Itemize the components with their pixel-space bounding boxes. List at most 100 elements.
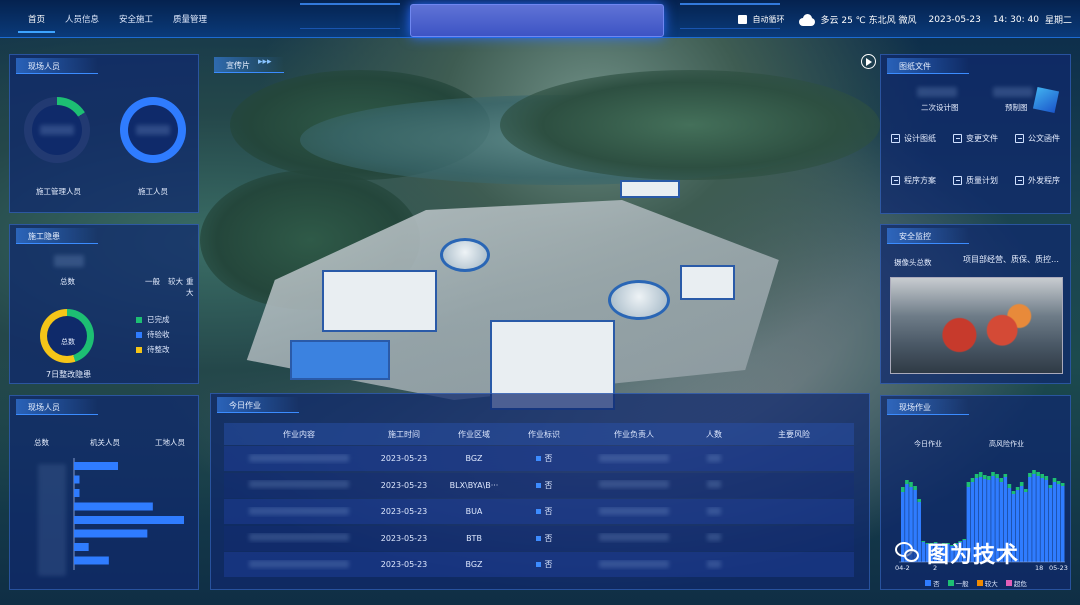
bar-segment xyxy=(1028,477,1032,562)
table-row[interactable]: 2023-05-23 BUA 否 xyxy=(224,499,854,524)
bar xyxy=(74,516,184,524)
flag-text: 否 xyxy=(544,507,553,516)
play-button[interactable] xyxy=(861,54,876,69)
owner-cell xyxy=(574,506,694,517)
camera-feed[interactable] xyxy=(890,277,1063,374)
doc-label: 质量计划 xyxy=(966,176,998,185)
col-header: 作业负责人 xyxy=(614,429,654,439)
hazard-level-normal: 一般 xyxy=(145,277,160,286)
doc-item[interactable]: 外发程序 xyxy=(1015,175,1060,186)
col-header: 施工时间 xyxy=(388,429,420,439)
count-cell xyxy=(694,559,734,570)
site-staff-chart-panel: 现场人员 总数 机关人员 工地人员 xyxy=(9,395,199,590)
nav-safety[interactable]: 安全施工 xyxy=(109,11,163,33)
tab-prefab[interactable]: 预制图 xyxy=(1005,102,1028,113)
legend-normal: 一般 xyxy=(947,578,969,588)
table-row[interactable]: 2023-05-23 BTB 否 xyxy=(224,525,854,551)
count-cell xyxy=(694,453,734,464)
legend-label: 一般 xyxy=(955,580,969,588)
panel-title: 宣传片 xyxy=(214,57,284,73)
x-tick: 05-23 xyxy=(1049,564,1068,572)
legend-swatch xyxy=(136,316,142,323)
panel-title: 现场人员 xyxy=(16,58,98,74)
date-cell: 2023-05-23 xyxy=(380,507,428,516)
document-icon xyxy=(1015,134,1024,143)
bar-segment xyxy=(1024,492,1028,562)
table-row[interactable]: 2023-05-23 BLX\BYA\B··· 否 xyxy=(224,472,854,498)
auto-loop-checkbox[interactable] xyxy=(737,15,747,24)
bar xyxy=(74,502,153,511)
hazard-level-major: 较大 xyxy=(168,277,183,286)
table-row[interactable]: 2023-05-23 BGZ 否 xyxy=(224,552,854,577)
bar-segment xyxy=(1015,487,1020,490)
bar xyxy=(74,489,80,497)
drawing-count-blurred xyxy=(993,87,1033,97)
legend-major: 较大 xyxy=(976,578,998,588)
doc-item[interactable]: 质量计划 xyxy=(953,175,998,186)
panel-title: 安全监控 xyxy=(887,228,969,244)
legend-swatch xyxy=(136,331,142,338)
bar-segment xyxy=(1011,491,1016,494)
doc-item[interactable]: 设计图纸 xyxy=(891,133,936,144)
safety-monitor-panel: 安全监控 摄像头总数 项目部经营、质保、质控… xyxy=(880,224,1071,384)
bar xyxy=(74,462,118,470)
area-cell: BLX\BYA\B··· xyxy=(449,480,499,490)
flag-cell: 否 xyxy=(514,480,574,491)
area-cell: BGZ xyxy=(465,454,483,463)
table-header: 作业内容 施工时间 作业区域 作业标识 作业负责人 人数 主要风险 xyxy=(224,423,854,445)
hazard-level-severe: 重大 xyxy=(186,277,194,297)
bar-segment xyxy=(1044,476,1049,480)
watermark: 图为技术 xyxy=(895,537,1019,569)
nav-home[interactable]: 首页 xyxy=(18,11,56,33)
legend-swatch xyxy=(947,580,954,586)
bar xyxy=(74,529,148,538)
bar-segment xyxy=(1044,480,1049,562)
date-cell: 2023-05-23 xyxy=(380,454,428,463)
weather-text: 多云 25 ℃ 东北风 微风 xyxy=(820,16,917,26)
bar-segment xyxy=(1007,484,1012,488)
bar-segment xyxy=(1052,478,1057,482)
legend-pending-fix: 待整改 xyxy=(136,344,170,355)
bar-segment xyxy=(901,487,905,492)
table-row[interactable]: 2023-05-23 BGZ 否 xyxy=(224,446,854,471)
bar-segment xyxy=(1019,486,1024,562)
date-cell: 2023-05-23 xyxy=(380,533,428,543)
scene-building xyxy=(620,180,680,198)
main-nav: 首页 人员信息 安全施工 质量管理 xyxy=(18,11,217,33)
work-content-cell xyxy=(224,559,374,570)
area-cell: BUA xyxy=(465,507,483,516)
document-icon xyxy=(891,176,900,185)
bar-segment xyxy=(1060,486,1065,562)
owner-cell xyxy=(574,533,694,543)
work-content-cell xyxy=(224,480,374,490)
flag-cell: 否 xyxy=(514,533,574,544)
title-wing-left xyxy=(300,3,400,29)
legend-label: 已完成 xyxy=(147,315,170,324)
construction-staff-label: 施工人员 xyxy=(138,187,168,196)
bar-segment xyxy=(991,472,995,476)
hazard-panel: 施工隐患 总数 一般 较大 重大 总数 已完成 待验收 待整改 7日整改隐患 xyxy=(9,224,199,384)
bar-segment xyxy=(1003,474,1008,477)
flag-text: 否 xyxy=(544,560,553,569)
bar-segment xyxy=(1052,482,1057,562)
doc-item[interactable]: 程序方案 xyxy=(891,175,936,186)
camera-description[interactable]: 项目部经营、质保、质控… xyxy=(963,254,1059,265)
panel-title: 施工隐患 xyxy=(16,228,98,244)
nav-personnel[interactable]: 人员信息 xyxy=(55,11,109,33)
scene-hill xyxy=(500,70,880,180)
bar-segment xyxy=(1040,478,1044,562)
work-content-cell xyxy=(224,506,374,517)
doc-item[interactable]: 变更文件 xyxy=(953,133,998,144)
scene-dome xyxy=(440,238,490,272)
work-content-cell xyxy=(224,533,374,543)
bar xyxy=(74,475,80,484)
bar xyxy=(74,543,89,551)
ring-inner xyxy=(47,316,87,356)
bar-segment xyxy=(1032,474,1036,562)
doc-item[interactable]: 公文函件 xyxy=(1015,133,1060,144)
col-header: 作业区域 xyxy=(458,429,490,439)
bar-segment xyxy=(987,476,991,480)
nav-quality[interactable]: 质量管理 xyxy=(163,11,217,33)
tab-secondary-design[interactable]: 二次设计图 xyxy=(921,102,959,113)
flag-cell: 否 xyxy=(514,559,574,570)
